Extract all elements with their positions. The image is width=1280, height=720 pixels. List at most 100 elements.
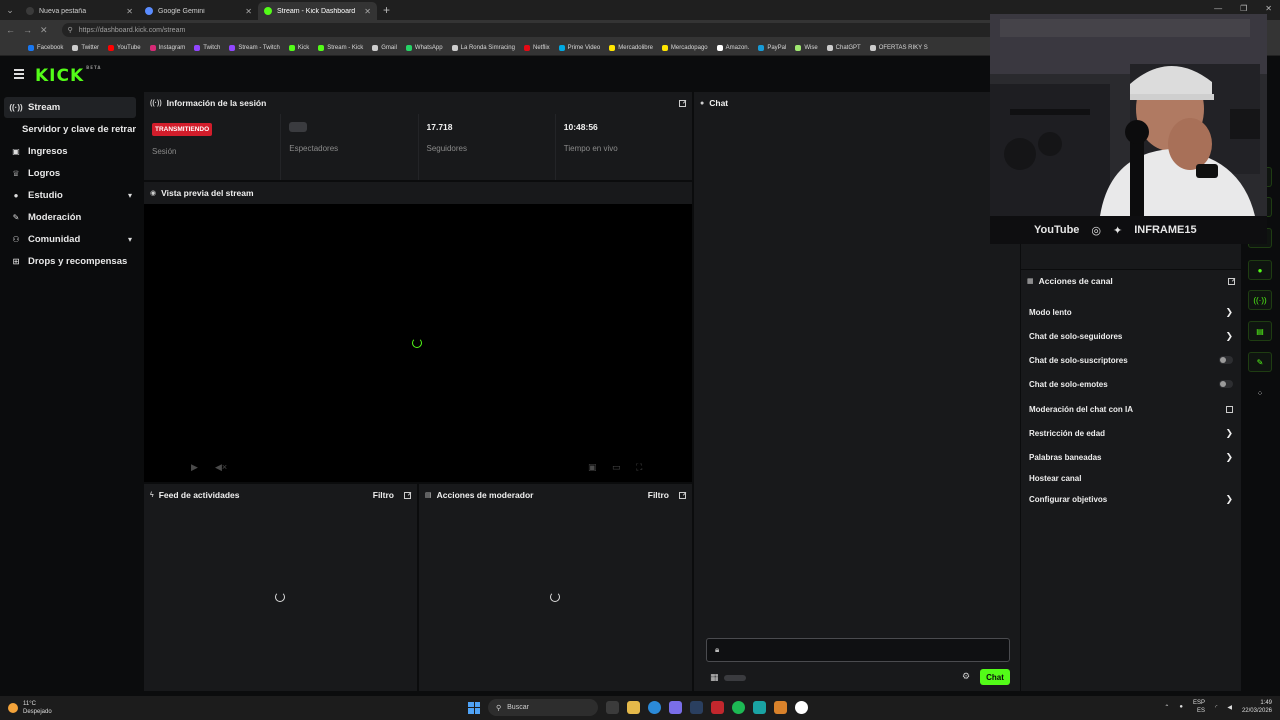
action-followers-only[interactable]: Chat de solo-seguidores ❯ [1029,329,1233,343]
pip-icon[interactable]: ▣ [588,462,597,473]
sidebar-item-drops[interactable]: ⊞ Drops y recompensas [4,251,136,272]
bookmark-item[interactable]: Kick [288,44,309,51]
sidebar-item-estudio[interactable]: ● Estudio ▾ [4,185,136,206]
sidebar-item-stream[interactable]: ((·)) Stream [4,97,136,118]
mute-icon[interactable]: ◀× [215,462,227,473]
close-tab-icon[interactable]: ✕ [126,7,133,16]
send-chat-button[interactable]: Chat [980,669,1010,685]
weather-widget[interactable]: 11°C Despejado [8,700,52,716]
gear-icon[interactable]: ⚙ [962,671,970,682]
sidebar-item-logros[interactable]: ♕ Logros [4,163,136,184]
action-ai-moderation[interactable]: Moderación del chat con IA [1029,402,1233,416]
close-tab-icon[interactable]: ✕ [245,7,252,16]
tab-label: Nueva pestaña [39,7,87,15]
rail-broadcast-button[interactable]: ((·)) [1248,290,1272,310]
popout-icon[interactable] [679,99,686,107]
bookmark-item[interactable]: Netflix [523,44,550,51]
bookmark-item[interactable]: Gmail [372,44,397,51]
edge-icon[interactable] [648,701,661,714]
filter-button[interactable]: Filtro [648,490,669,500]
sidebar-item-ingresos[interactable]: ▣ Ingresos [4,141,136,162]
bookmark-label: Twitter [81,44,100,51]
bookmark-item[interactable]: Amazon. [716,44,749,51]
bookmark-item[interactable]: Facebook [28,44,63,51]
maximize-icon[interactable]: ❐ [1240,4,1247,13]
bookmark-item[interactable]: Mercadolibre [609,44,653,51]
rail-add-widget-button[interactable]: ⁘ [1248,383,1272,403]
hamburger-menu-icon[interactable] [14,69,24,81]
app-icon[interactable] [669,701,682,714]
fullscreen-icon[interactable]: ⛶ [636,462,642,473]
sidebar-item-label: Comunidad [28,234,81,245]
bookmark-item[interactable]: Instagram [149,44,185,51]
file-explorer-icon[interactable] [627,701,640,714]
popout-icon[interactable] [1228,277,1235,285]
rail-chat-button[interactable]: ● [1248,260,1272,280]
chevron-up-icon[interactable]: ⌃ [1164,704,1169,711]
tab-nueva-pestana[interactable]: Nueva pestaña ✕ [20,2,139,20]
bookmark-favicon-icon [451,44,458,51]
emotes-only-toggle[interactable] [1219,380,1233,388]
sidebar-item-comunidad[interactable]: ⚇ Comunidad ▾ [4,229,136,250]
subscribers-only-toggle[interactable] [1219,356,1233,364]
volume-icon[interactable]: ◀ [1227,704,1232,711]
tab-google-gemini[interactable]: Google Gemini ✕ [139,2,258,20]
bookmark-item[interactable]: La Ronda Simracing [451,44,515,51]
bookmark-item[interactable]: WhatsApp [405,44,443,51]
close-tab-icon[interactable]: ✕ [364,7,371,16]
forward-icon[interactable]: → [23,25,32,35]
site-info-icon[interactable]: ⚲ [68,26,73,34]
popout-icon[interactable] [404,491,411,499]
action-configure-goals[interactable]: Configurar objetivos ❯ [1029,492,1233,506]
windows-start-icon[interactable] [468,701,480,714]
rail-wrench-button[interactable]: ✎ [1248,352,1272,372]
bookmark-item[interactable]: Prime Video [558,44,600,51]
obs-icon[interactable] [795,701,808,714]
gift-icon[interactable]: ▦ [710,672,719,683]
filter-button[interactable]: Filtro [373,490,394,500]
action-banned-words[interactable]: Palabras baneadas ❯ [1029,450,1233,464]
sidebar-item-moderacion[interactable]: ✎ Moderación [4,207,136,228]
action-age-restriction[interactable]: Restricción de edad ❯ [1029,426,1233,440]
app-icon[interactable] [753,701,766,714]
rail-store-button[interactable]: ▤ [1248,321,1272,341]
sidebar-item-server-key[interactable]: Servidor y clave de retransmisión [4,119,136,140]
action-slow-mode[interactable]: Modo lento ❯ [1029,305,1233,319]
app-icon[interactable] [774,701,787,714]
taskbar-search[interactable]: ⚲ Buscar [488,699,598,716]
popout-icon[interactable] [679,491,686,499]
mic-icon[interactable]: ● [1179,704,1183,710]
wifi-icon[interactable]: ◜ [1215,704,1217,711]
bookmark-item[interactable]: Stream - Kick [318,44,363,51]
bookmark-item[interactable]: OFERTAS RIKY S [869,44,928,51]
bookmark-item[interactable]: YouTube [108,44,141,51]
action-host-channel[interactable]: Hostear canal [1029,471,1233,485]
task-view-icon[interactable] [606,701,619,714]
new-tab-icon[interactable]: + [383,3,390,17]
bookmark-item[interactable]: PayPal [758,44,786,51]
play-icon[interactable]: ▶ [191,462,198,473]
clock[interactable]: 1:49 22/03/2026 [1242,699,1272,715]
tab-kick-dashboard[interactable]: Stream - Kick Dashboard ✕ [258,2,377,20]
bookmark-item[interactable]: Twitch [194,44,220,51]
close-window-icon[interactable]: ✕ [1265,4,1272,13]
bookmark-item[interactable]: ChatGPT [826,44,861,51]
bookmark-label: OFERTAS RIKY S [878,44,928,51]
tab-menu-icon[interactable]: ⌄ [0,0,20,20]
spotify-icon[interactable] [732,701,745,714]
bookmark-item[interactable]: Wise [795,44,818,51]
theater-icon[interactable]: ▭ [612,462,621,473]
steam-icon[interactable] [690,701,703,714]
language-indicator[interactable]: ESP ES [1193,699,1205,715]
kick-logo[interactable]: KICK BETA [35,65,101,86]
bookmark-item[interactable]: Mercadopago [661,44,708,51]
url-field[interactable]: ⚲ https://dashboard.kick.com/stream [61,23,1012,37]
chat-message-input[interactable]: 🔒︎ [706,638,1010,662]
minimize-icon[interactable]: — [1214,4,1222,13]
stream-player[interactable]: ▶ ◀× ▣ ▭ ⛶ [144,204,692,482]
bookmark-item[interactable]: Twitter [72,44,100,51]
stop-icon[interactable]: ✕ [40,25,48,36]
back-icon[interactable]: ← [6,25,15,35]
app-icon[interactable] [711,701,724,714]
bookmark-item[interactable]: Stream - Twitch [229,44,280,51]
